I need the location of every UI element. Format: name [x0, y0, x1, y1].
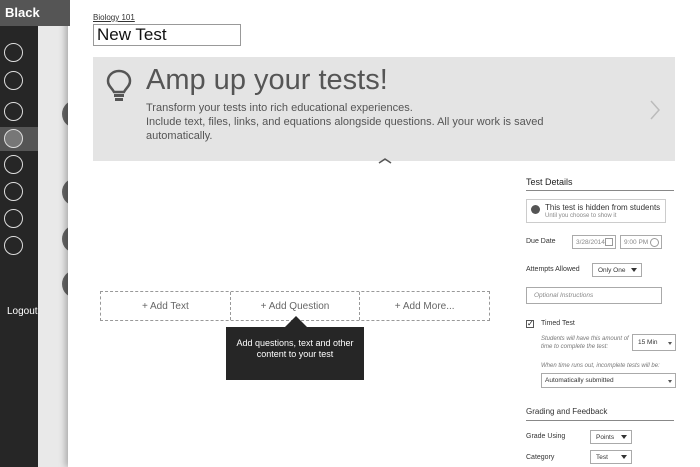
- course-breadcrumb[interactable]: Biology 101: [93, 13, 135, 22]
- test-title-input[interactable]: New Test: [93, 24, 241, 46]
- rail-nav-icon-3[interactable]: [4, 102, 23, 121]
- instructions-placeholder: Optional Instructions: [534, 292, 594, 299]
- attempts-label: Attempts Allowed: [526, 266, 580, 273]
- instructions-input[interactable]: Optional Instructions: [526, 287, 662, 304]
- rail-nav-icon-7[interactable]: [4, 209, 23, 228]
- promo-banner: Amp up your tests! Transform your tests …: [93, 57, 675, 161]
- tooltip-arrow: [285, 316, 307, 327]
- grade-using-select[interactable]: Points: [590, 430, 632, 444]
- visibility-main-text: This test is hidden from students: [545, 203, 661, 212]
- due-time-field[interactable]: 9:00 PM: [620, 235, 662, 249]
- category-select[interactable]: Test: [590, 450, 632, 464]
- test-details-title: Test Details: [526, 177, 573, 187]
- divider: [526, 190, 674, 191]
- visibility-sub-text: Until you choose to show it: [545, 213, 617, 219]
- app-rail: Logout: [0, 0, 38, 467]
- due-date-label: Due Date: [526, 238, 556, 245]
- timed-note: Students will have this amount of time t…: [541, 336, 629, 350]
- chevron-down-icon: [668, 379, 672, 383]
- add-text-button[interactable]: + Add Text: [101, 292, 231, 320]
- logout-link[interactable]: Logout: [7, 306, 38, 317]
- eye-hidden-icon: [531, 205, 540, 214]
- due-time-value: 9:00 PM: [624, 238, 649, 246]
- banner-description: Transform your tests into rich education…: [146, 101, 606, 143]
- test-editor-panel: Biology 101 New Test Amp up your tests! …: [68, 0, 700, 467]
- rail-nav-icon-4[interactable]: [4, 129, 23, 148]
- calendar-icon[interactable]: [605, 238, 613, 246]
- grade-using-value: Points: [596, 433, 615, 441]
- chevron-up-icon[interactable]: [376, 156, 394, 166]
- banner-line-2: Include text, files, links, and equation…: [146, 116, 544, 142]
- chevron-down-icon: [631, 268, 637, 272]
- timeout-value: Automatically submitted: [545, 377, 614, 384]
- rail-nav-icon-8[interactable]: [4, 236, 23, 255]
- attempts-value: Only One: [598, 266, 626, 274]
- app-title: Black: [0, 0, 70, 26]
- chevron-down-icon: [621, 455, 627, 459]
- chevron-down-icon: [668, 341, 672, 345]
- chevron-right-icon[interactable]: [649, 99, 661, 121]
- timeout-note: When time runs out, incomplete tests wil…: [541, 363, 660, 369]
- rail-nav-icon-1[interactable]: [4, 43, 23, 62]
- banner-heading: Amp up your tests!: [146, 64, 388, 96]
- add-content-tooltip: Add questions, text and other content to…: [226, 327, 364, 380]
- visibility-notice[interactable]: This test is hidden from students Until …: [526, 199, 666, 223]
- time-limit-select[interactable]: 15 Min: [632, 334, 676, 351]
- timed-test-label: Timed Test: [541, 320, 575, 327]
- grade-using-label: Grade Using: [526, 433, 566, 440]
- due-date-field[interactable]: 3/28/2014: [572, 235, 616, 249]
- grading-title: Grading and Feedback: [526, 407, 608, 416]
- timeout-select[interactable]: Automatically submitted: [541, 373, 676, 388]
- time-limit-value: 15 Min: [638, 339, 658, 346]
- category-value: Test: [596, 453, 608, 461]
- timed-test-checkbox[interactable]: ✓: [526, 320, 534, 328]
- rail-nav-icon-5[interactable]: [4, 155, 23, 174]
- banner-line-1: Transform your tests into rich education…: [146, 102, 413, 114]
- due-date-value: 3/28/2014: [576, 238, 605, 246]
- category-label: Category: [526, 454, 555, 461]
- chevron-down-icon: [621, 435, 627, 439]
- attempts-select[interactable]: Only One: [592, 263, 642, 277]
- clock-icon[interactable]: [650, 238, 659, 247]
- rail-nav-icon-2[interactable]: [4, 71, 23, 90]
- add-more-button[interactable]: + Add More...: [360, 292, 489, 320]
- rail-nav-icon-6[interactable]: [4, 182, 23, 201]
- lightbulb-icon: [106, 69, 132, 101]
- divider: [526, 420, 674, 421]
